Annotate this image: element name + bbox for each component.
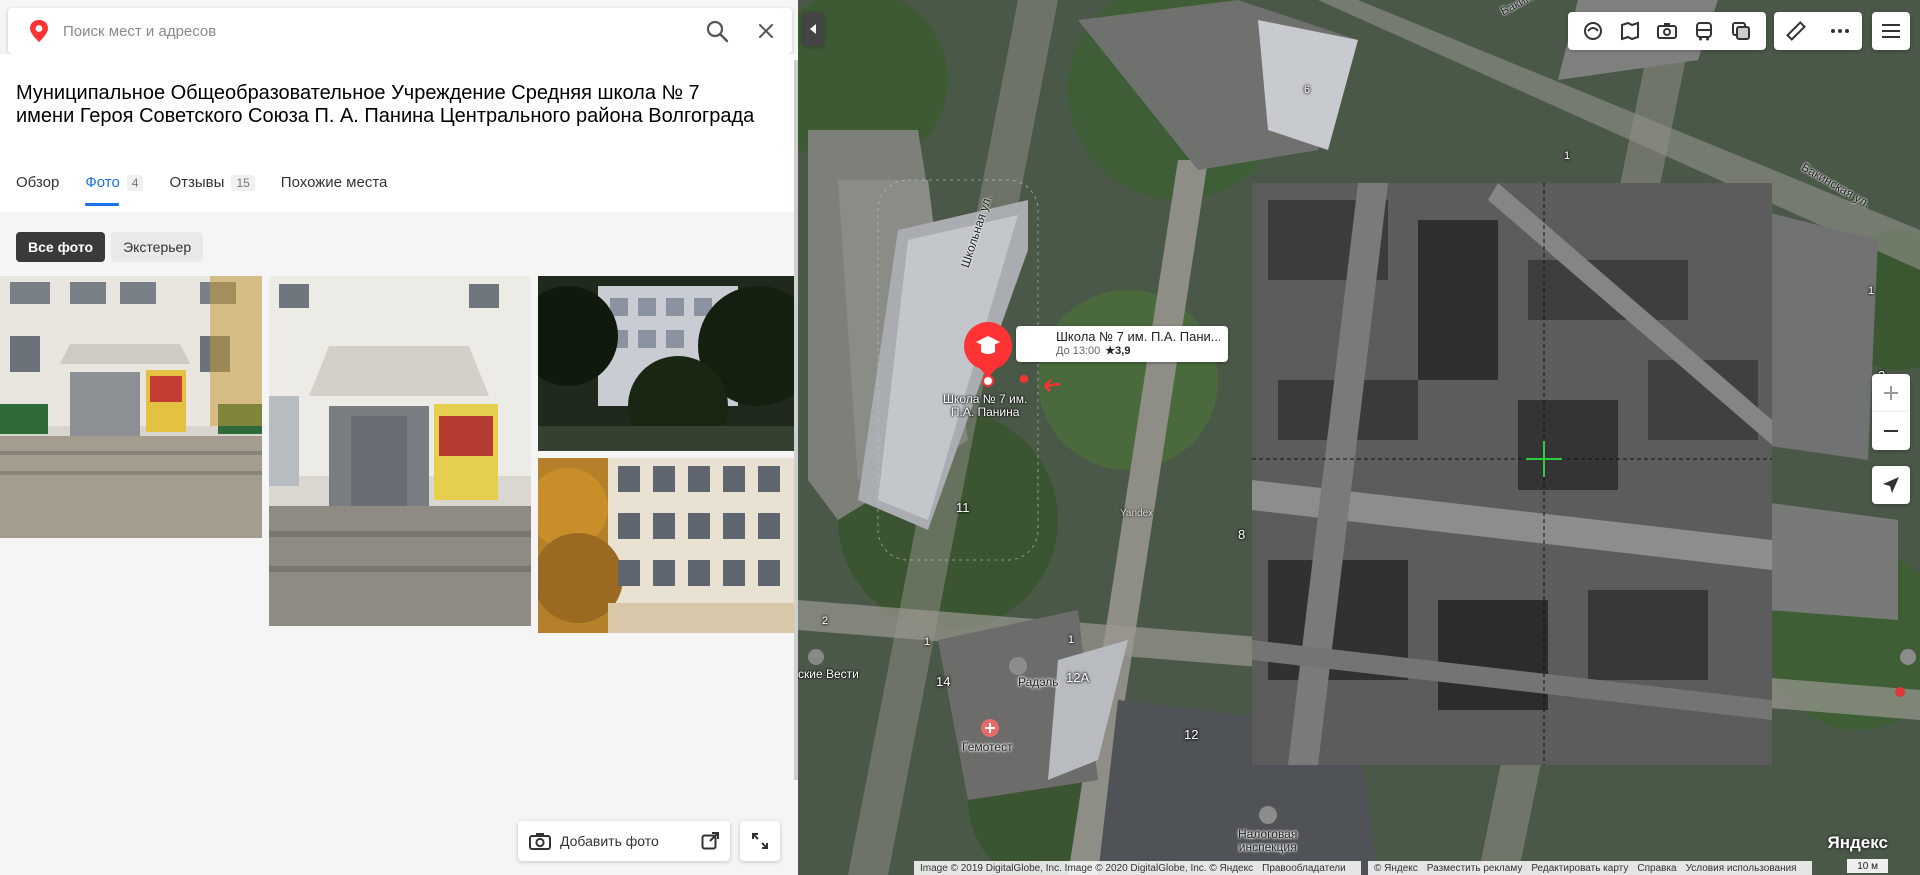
menu-icon [1882, 24, 1900, 38]
bus-icon [1696, 22, 1713, 41]
card-header: Муниципальное Общеобразовательное Учрежд… [0, 54, 798, 212]
building-number: 6 [1304, 84, 1311, 96]
map-attribution: Image © 2019 DigitalGlobe, Inc. Image © … [914, 861, 1361, 875]
layers-toolbar [1568, 12, 1766, 50]
tab-label: Фото [85, 174, 120, 191]
satellite-map[interactable]: Школа № 7 им. П.А. Пани... До 13:00 ★3,9 … [798, 0, 1920, 875]
attribution-text: Image © 2019 DigitalGlobe, Inc. Image © … [920, 862, 1254, 874]
map-scale: 10 м [1847, 859, 1888, 873]
help-link[interactable]: Справка [1637, 863, 1676, 874]
map-label: Гемотест [962, 740, 1013, 754]
more-icon [1831, 29, 1849, 33]
photo-thumbnail[interactable] [538, 458, 798, 633]
layer-panorama-button[interactable] [1616, 17, 1644, 45]
layer-switch-button[interactable] [1727, 17, 1755, 45]
panorama-icon [1620, 21, 1639, 41]
location-pin-icon [30, 20, 48, 42]
expand-icon [752, 833, 768, 849]
copyright-text: © Яндекс [1374, 862, 1418, 874]
photo-thumbnail[interactable] [538, 276, 798, 451]
plus-icon [1884, 386, 1898, 400]
layer-transport-button[interactable] [1690, 17, 1718, 45]
panel-actions: Добавить фото [518, 821, 790, 861]
layer-photo-button[interactable] [1653, 17, 1681, 45]
tab-count-badge: 15 [231, 175, 255, 191]
building-number: 1 [1868, 285, 1875, 297]
chevron-left-icon [810, 24, 816, 34]
building-number: 8 [1238, 527, 1246, 542]
tools-toolbar [1774, 12, 1862, 50]
search-icon[interactable] [704, 18, 730, 44]
poi-pin-label: Школа № 7 им. П.А. Панина [943, 392, 1028, 419]
filter-exterior[interactable]: Экстерьер [111, 232, 204, 262]
minus-icon [1884, 430, 1898, 432]
ruler-button[interactable] [1782, 17, 1810, 45]
my-location-button[interactable] [1872, 466, 1910, 504]
expand-button[interactable] [740, 821, 780, 861]
tab-reviews[interactable]: Отзывы 15 [169, 174, 255, 212]
layer-scheme-button[interactable] [1579, 17, 1607, 45]
yandex-logo: Яндекс [1827, 833, 1888, 852]
building-number: 12А [1066, 670, 1090, 685]
map-label: ские Вести [798, 667, 859, 681]
map-footer-links: © Яндекс Разместить рекламу Редактироват… [1368, 861, 1812, 875]
poi-status: До 13:00 ★3,9 [1056, 344, 1220, 357]
tab-label: Обзор [16, 174, 60, 191]
edit-map-link[interactable]: Редактировать карту [1531, 863, 1628, 874]
building-number: 14 [936, 674, 951, 689]
camera-icon [1656, 23, 1677, 39]
add-photo-button[interactable]: Добавить фото [518, 821, 730, 861]
poi-rating: ★3,9 [1105, 345, 1131, 357]
filter-all-photos[interactable]: Все фото [16, 232, 106, 262]
tab-similar-places[interactable]: Похожие места [281, 174, 388, 212]
more-button[interactable] [1826, 17, 1854, 45]
map-watermark: Yandex [1120, 508, 1154, 519]
poi-hours: До 13:00 [1056, 345, 1101, 357]
photo-thumbnail[interactable] [0, 276, 262, 538]
collapse-panel-button[interactable] [802, 12, 824, 46]
close-icon[interactable] [754, 19, 778, 43]
building-number: 2 [822, 615, 829, 627]
menu-button[interactable] [1872, 12, 1910, 50]
zoom-in-button[interactable] [1872, 374, 1910, 412]
layers-icon [1732, 22, 1751, 40]
tab-label: Отзывы [169, 174, 225, 191]
photo-filter-bar: Все фото Экстерьер [16, 232, 209, 262]
map-label: Радэль [1018, 675, 1059, 689]
add-photo-label: Добавить фото [560, 833, 659, 849]
search-bar [8, 8, 792, 54]
place-card-panel: Муниципальное Общеобразовательное Учрежд… [0, 0, 798, 875]
ruler-icon [1786, 21, 1806, 41]
scheme-icon [1583, 22, 1602, 40]
poi-name: Школа № 7 им. П.А. Пани... [1056, 329, 1220, 344]
geolocation-icon [1883, 477, 1899, 493]
tab-overview[interactable]: Обзор [16, 174, 59, 212]
building-number: 1 [1068, 634, 1075, 646]
photo-thumbnail[interactable] [269, 276, 531, 626]
tab-bar: Обзор Фото 4 Отзывы 15 Похожие места [16, 174, 413, 212]
search-input[interactable] [63, 16, 683, 46]
camera-icon [529, 833, 551, 850]
map-label: Налоговая инспекция [1238, 827, 1298, 854]
external-link-icon[interactable] [700, 831, 720, 851]
tab-label: Похожие места [280, 174, 388, 191]
building-number: 12 [1184, 727, 1199, 742]
rights-holders-link[interactable]: Правообладатели [1262, 863, 1346, 874]
poi-callout[interactable]: Школа № 7 им. П.А. Пани... До 13:00 ★3,9 [1016, 326, 1228, 362]
building-number: 1 [1564, 150, 1571, 162]
building-number: 11 [956, 500, 970, 515]
advertise-link[interactable]: Разместить рекламу [1427, 863, 1523, 874]
tab-photos[interactable]: Фото 4 [85, 174, 144, 212]
terms-link[interactable]: Условия использования [1686, 863, 1797, 874]
building-number: 1 [924, 636, 931, 648]
page-title: Муниципальное Общеобразовательное Учрежд… [16, 82, 755, 127]
tab-count-badge: 4 [126, 175, 144, 191]
zoom-out-button[interactable] [1872, 412, 1910, 450]
